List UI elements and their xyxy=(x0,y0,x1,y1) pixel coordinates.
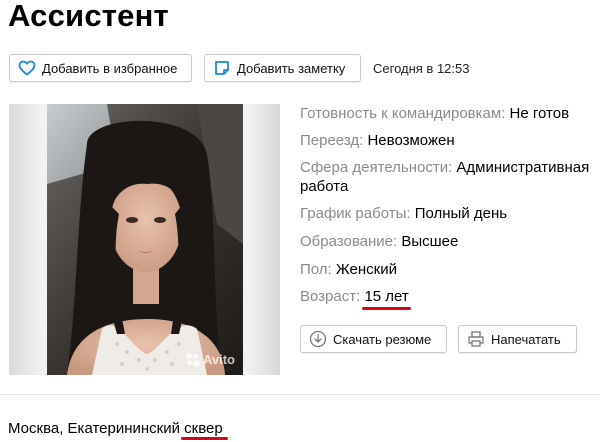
detail-label: Готовность к командировкам: xyxy=(300,105,506,122)
street-text: сквер xyxy=(184,420,223,437)
download-resume-button[interactable]: Скачать резюме xyxy=(300,325,447,353)
profile-photo[interactable]: Avito xyxy=(47,104,243,375)
detail-education: Образование: Высшее xyxy=(300,232,458,251)
avito-logo-icon xyxy=(185,352,200,367)
add-note-label: Добавить заметку xyxy=(237,60,346,76)
add-note-button[interactable]: Добавить заметку xyxy=(204,54,361,82)
ad-page: Ассистент Добавить в избранное Добавить … xyxy=(0,0,600,442)
note-icon xyxy=(213,59,231,77)
print-button[interactable]: Напечатать xyxy=(458,325,577,353)
detail-label: График работы: xyxy=(300,205,411,222)
detail-value: 15 лет xyxy=(362,287,411,310)
add-to-favorites-button[interactable]: Добавить в избранное xyxy=(9,54,192,82)
detail-value: Женский xyxy=(335,261,398,278)
location-city: Москва, Екатерининский xyxy=(8,420,180,437)
avito-watermark: Avito xyxy=(185,352,235,367)
age-highlight-underline xyxy=(362,307,411,310)
detail-schedule: График работы: Полный день xyxy=(300,204,507,223)
page-title: Ассистент xyxy=(8,0,169,33)
publish-date: Сегодня в 12:53 xyxy=(373,61,470,76)
detail-value: Высшее xyxy=(401,233,459,250)
location-street-word: сквер xyxy=(181,420,228,440)
age-text: 15 лет xyxy=(364,288,409,305)
photo-gallery[interactable]: Avito xyxy=(9,104,280,375)
street-highlight-underline xyxy=(181,437,228,440)
printer-icon xyxy=(467,330,485,348)
download-icon xyxy=(309,330,327,348)
detail-label: Возраст: xyxy=(300,288,361,305)
detail-gender: Пол: Женский xyxy=(300,260,397,279)
detail-label: Образование: xyxy=(300,233,398,250)
download-resume-label: Скачать резюме xyxy=(333,331,432,347)
print-label: Напечатать xyxy=(491,331,561,347)
detail-field: Сфера деятельности: Административная раб… xyxy=(300,158,600,196)
detail-age: Возраст: 15 лет xyxy=(300,287,411,310)
detail-value: Полный день xyxy=(414,205,508,222)
detail-label: Сфера деятельности: xyxy=(300,159,453,176)
detail-trips: Готовность к командировкам: Не готов xyxy=(300,104,569,123)
location-address: Москва, Екатерининский сквер xyxy=(8,420,228,440)
section-divider xyxy=(0,394,600,395)
detail-label: Пол: xyxy=(300,261,332,278)
watermark-text: Avito xyxy=(202,352,235,367)
detail-label: Переезд: xyxy=(300,132,364,149)
detail-relocation: Переезд: Невозможен xyxy=(300,131,455,150)
detail-value: Невозможен xyxy=(367,132,455,149)
add-to-favorites-label: Добавить в избранное xyxy=(42,60,178,76)
heart-icon xyxy=(18,59,36,77)
detail-value: Не готов xyxy=(509,105,570,122)
